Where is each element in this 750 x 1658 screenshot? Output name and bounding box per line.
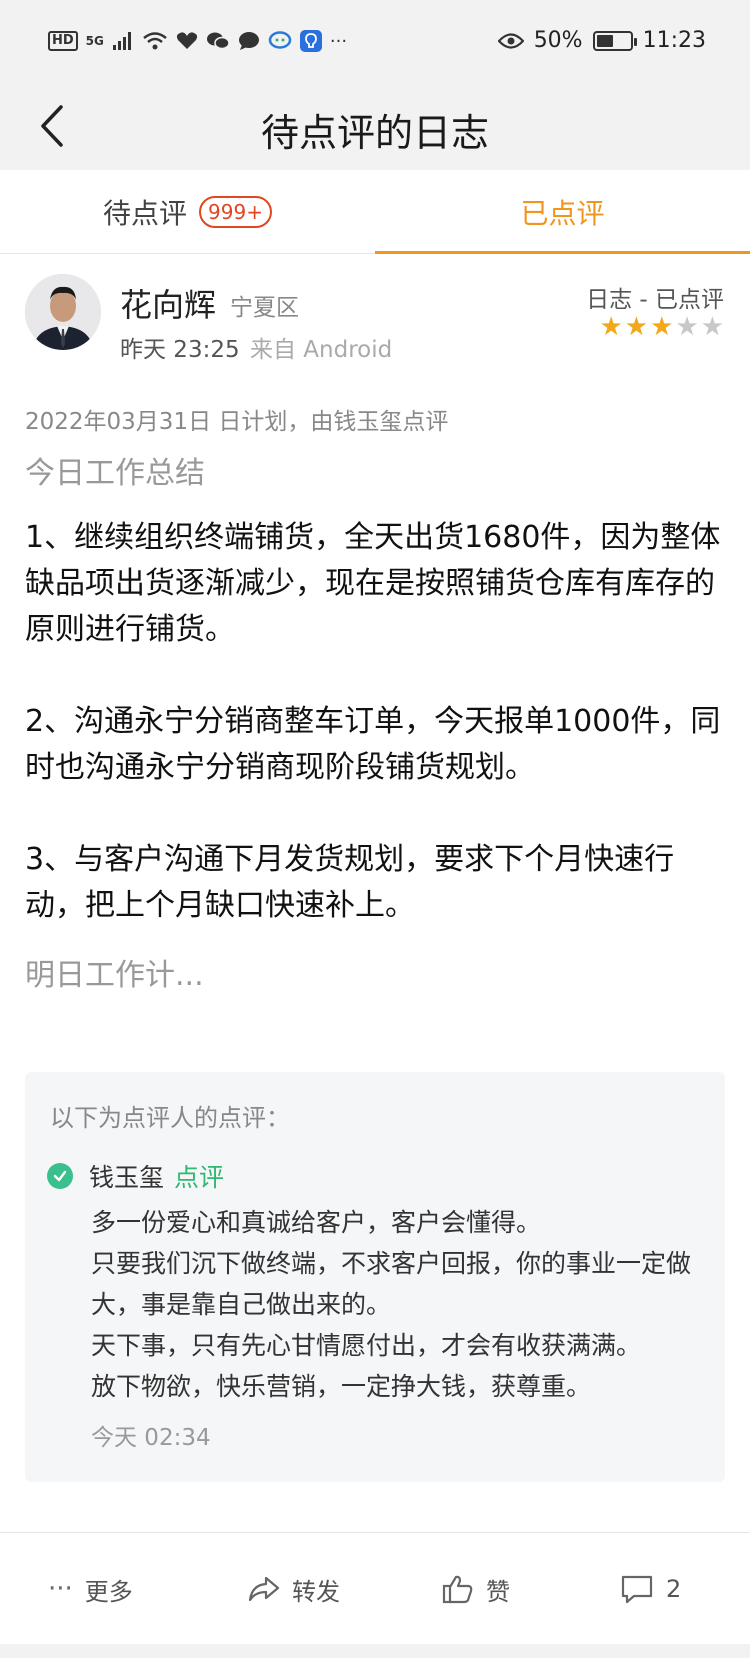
message-icon [238, 31, 260, 51]
log-content: 1、继续组织终端铺货，全天出货1680件，因为整体缺品项出货逐渐减少，现在是按照… [25, 515, 725, 975]
review-text: 多一份爱心和真诚给客户，客户会懂得。 只要我们沉下做终端，不求客户回报，你的事业… [91, 1202, 701, 1407]
more-button[interactable]: ··· 更多 [48, 1533, 133, 1645]
tab-pending-label: 待点评 [103, 197, 188, 230]
tab-reviewed-label: 已点评 [520, 197, 605, 230]
tab-pending[interactable]: 待点评 999+ [0, 170, 375, 254]
check-circle-icon [47, 1163, 73, 1189]
section-today-title: 今日工作总结 [25, 456, 205, 491]
review-action-label: 点评 [174, 1163, 225, 1192]
like-label: 赞 [486, 1577, 510, 1606]
section-tomorrow-title[interactable]: 明日工作计... [25, 950, 204, 994]
review-line: 放下物欲，快乐营销，一定挣大钱，获尊重。 [91, 1372, 592, 1401]
pending-count-badge: 999+ [199, 196, 272, 228]
reviewer-row: 钱玉玺 点评 [47, 1158, 224, 1194]
author-region: 宁夏区 [230, 295, 299, 321]
review-header: 以下为点评人的点评： [50, 1104, 290, 1132]
status-icons-left: HD 5G ··· [48, 30, 347, 52]
review-line: 天下事，只有先心甘情愿付出，才会有收获满满。 [91, 1331, 642, 1360]
hd-icon: HD [48, 31, 78, 51]
more-label: 更多 [84, 1577, 133, 1606]
review-line: 只要我们沉下做终端，不求客户回报，你的事业一定做大，事是靠自己做出来的。 [91, 1249, 692, 1319]
comment-button[interactable]: 2 [620, 1533, 681, 1645]
content-paragraph: 3、与客户沟通下月发货规划，要求下个月快速行动，把上个月缺口快速补上。 [25, 842, 675, 923]
like-button[interactable]: 赞 [442, 1533, 510, 1645]
eye-icon [497, 32, 524, 50]
share-button[interactable]: 转发 [248, 1533, 340, 1645]
battery-icon [592, 30, 637, 51]
more-notifications-icon: ··· [329, 30, 348, 52]
star-filled-icon: ★ [599, 312, 623, 342]
chat-bubble-icon [268, 31, 292, 51]
post-header: 花向辉 宁夏区 昨天 23:25 来自 Android 日志 - 已点评 ★ ★ ★… [0, 254, 750, 394]
status-icons-right: 50% 11:23 [497, 28, 706, 53]
network-type: 5G [85, 34, 104, 48]
signal-icon [112, 31, 134, 51]
star-filled-icon: ★ [624, 312, 649, 342]
page-title: 待点评的日志 [260, 111, 489, 155]
action-bar: ··· 更多 转发 赞 2 [0, 1532, 750, 1644]
comment-icon [621, 1575, 653, 1604]
navigation-bar: 待点评的日志 [0, 86, 750, 170]
reviewer-name[interactable]: 钱玉玺 [89, 1158, 164, 1194]
wechat-icon [206, 31, 230, 51]
review-line: 多一份爱心和真诚给客户，客户会懂得。 [91, 1208, 542, 1237]
share-label: 转发 [292, 1577, 340, 1606]
content-paragraph: 1、继续组织终端铺货，全天出货1680件，因为整体缺品项出货逐渐减少，现在是按照… [25, 520, 721, 647]
avatar[interactable] [25, 274, 101, 350]
review-box: 以下为点评人的点评： 钱玉玺 点评 多一份爱心和真诚给客户，客户会懂得。 只要我… [25, 1072, 725, 1482]
more-dots-icon: ··· [48, 1574, 73, 1604]
log-status: 日志 - 已点评 [586, 287, 724, 313]
tab-bar: 待点评 999+ 已点评 [0, 170, 750, 254]
health-icon [176, 31, 198, 51]
author-name[interactable]: 花向辉 [120, 280, 216, 326]
comment-count: 2 [666, 1575, 682, 1603]
tab-reviewed[interactable]: 已点评 [375, 170, 750, 254]
post-time: 昨天 23:25 [120, 337, 240, 363]
post-source: 来自 Android [250, 337, 393, 363]
clock: 11:23 [642, 28, 706, 53]
star-empty-icon: ★ [675, 312, 699, 342]
battery-percent: 50% [533, 28, 583, 53]
star-filled-icon: ★ [650, 312, 674, 342]
content-paragraph: 2、沟通永宁分销商整车订单，今天报单1000件，同时也沟通永宁分销商现阶段铺货规… [25, 704, 721, 785]
log-meta: 2022年03月31日 日计划，由钱玉玺点评 [25, 409, 449, 435]
wifi-icon [142, 31, 168, 51]
bottom-strip [0, 1644, 750, 1658]
app-notification-icon [299, 30, 322, 52]
star-empty-icon: ★ [700, 312, 724, 342]
star-rating: ★ ★ ★ ★ ★ [599, 314, 724, 340]
status-bar: HD 5G ··· 50% 11:23 [0, 0, 750, 86]
share-icon [248, 1576, 280, 1602]
thumbs-up-icon [442, 1575, 473, 1604]
review-time: 今天 02:34 [91, 1425, 211, 1451]
